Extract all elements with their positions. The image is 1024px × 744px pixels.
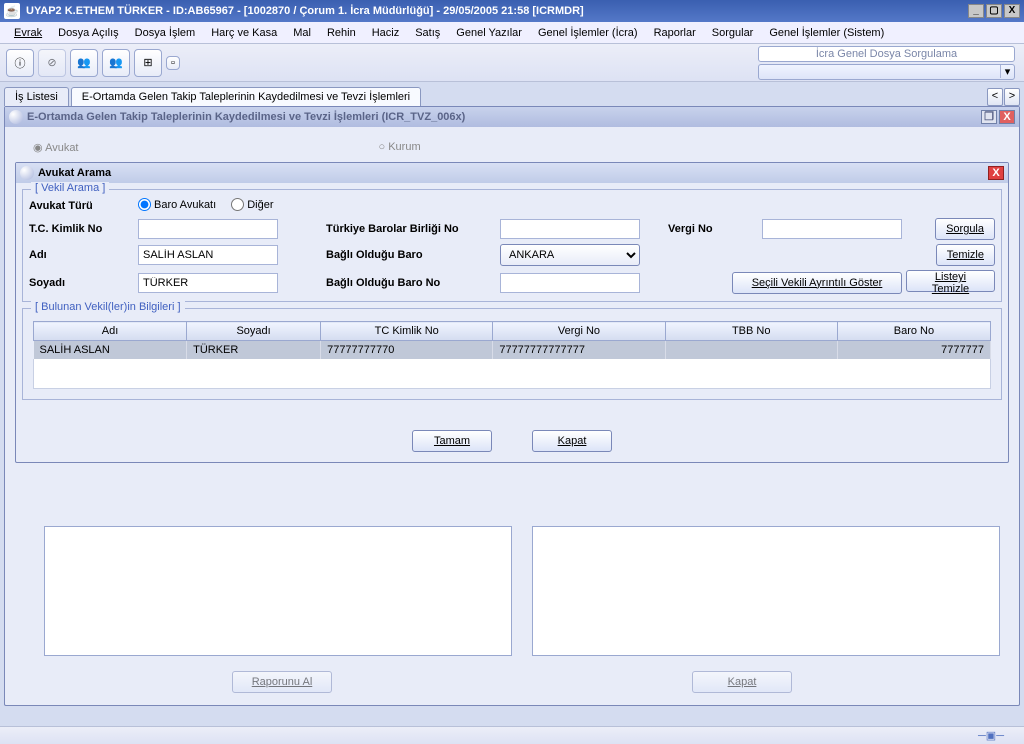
internal-window-header: E-Ortamda Gelen Takip Taleplerinin Kayde… xyxy=(5,107,1019,127)
col-soyadi[interactable]: Soyadı xyxy=(187,322,321,341)
tab-is-listesi[interactable]: İş Listesi xyxy=(4,87,69,106)
col-tbb[interactable]: TBB No xyxy=(665,322,837,341)
radio-avukat[interactable]: ◉ Avukat xyxy=(33,141,79,154)
input-tbb[interactable] xyxy=(500,219,640,239)
label-soyadi: Soyadı xyxy=(29,277,134,289)
lower-panel-left xyxy=(44,526,512,656)
input-adi[interactable] xyxy=(138,245,278,265)
sorgula-button[interactable]: Sorgula xyxy=(935,218,995,240)
internal-restore-button[interactable]: ❐ xyxy=(981,110,997,124)
toolbar-btn-users2[interactable]: 👥 xyxy=(102,49,130,77)
menu-sorgular[interactable]: Sorgular xyxy=(704,25,762,41)
tab-bar: İş Listesi E-Ortamda Gelen Takip Taleple… xyxy=(0,82,1024,106)
menu-satis[interactable]: Satış xyxy=(407,25,448,41)
table-row[interactable]: SALİH ASLAN TÜRKER 77777777770 777777777… xyxy=(34,341,991,360)
radio-baro-avukati[interactable]: Baro Avukatı xyxy=(138,198,216,211)
radio-diger[interactable]: Diğer xyxy=(231,198,273,211)
status-bar: ─▣─ xyxy=(0,726,1024,744)
kapat2-button[interactable]: Kapat xyxy=(692,671,792,693)
lower-panels xyxy=(44,526,1000,656)
menu-genel-yazilar[interactable]: Genel Yazılar xyxy=(448,25,530,41)
toolbar-search-combo[interactable]: ▾ xyxy=(758,64,1015,80)
kapat-button[interactable]: Kapat xyxy=(532,430,612,452)
menu-dosya-acilis[interactable]: Dosya Açılış xyxy=(50,25,127,41)
toolbar: ⓘ ⊘ 👥 👥 ⊞ ▫ İcra Genel Dosya Sorgulama ▾ xyxy=(0,44,1024,82)
input-vergi[interactable] xyxy=(762,219,902,239)
window-titlebar: ☕ UYAP2 K.ETHEM TÜRKER - ID:AB65967 - [1… xyxy=(0,0,1024,22)
input-soyadi[interactable] xyxy=(138,273,278,293)
menu-genel-islemler-sistem[interactable]: Genel İşlemler (Sistem) xyxy=(761,25,892,41)
select-bagli-baro[interactable]: ANKARA xyxy=(500,244,640,266)
internal-window-title: E-Ortamda Gelen Takip Taleplerinin Kayde… xyxy=(27,111,465,123)
menu-bar: Evrak Dosya Açılış Dosya İşlem Harç ve K… xyxy=(0,22,1024,44)
raporunu-al-button[interactable]: Raporunu Al xyxy=(232,671,332,693)
col-tc[interactable]: TC Kimlik No xyxy=(321,322,493,341)
dialog-close-button[interactable]: X xyxy=(988,166,1004,180)
maximize-button[interactable]: ▢ xyxy=(986,4,1002,18)
tab-next-button[interactable]: > xyxy=(1004,88,1020,106)
radio-kurum[interactable]: ○ Kurum xyxy=(379,141,421,154)
network-icon: ─▣─ xyxy=(978,729,1004,742)
menu-evrak[interactable]: Evrak xyxy=(6,25,50,41)
label-avukat-turu: Avukat Türü xyxy=(29,200,134,212)
toolbar-btn-small[interactable]: ▫ xyxy=(166,56,180,70)
menu-harc-kasa[interactable]: Harç ve Kasa xyxy=(203,25,285,41)
label-tc: T.C. Kimlik No xyxy=(29,223,134,235)
dialog-title: Avukat Arama xyxy=(38,167,111,179)
input-tc[interactable] xyxy=(138,219,278,239)
temizle-button[interactable]: Temizle xyxy=(936,244,995,266)
minimize-button[interactable]: _ xyxy=(968,4,984,18)
toolbar-btn-calc[interactable]: ⊞ xyxy=(134,49,162,77)
menu-rehin[interactable]: Rehin xyxy=(319,25,364,41)
bulunan-vekil-fieldset: [ Bulunan Vekil(ler)in Bilgileri ] Adı S… xyxy=(22,308,1002,400)
listeyi-temizle-button[interactable]: Listeyi Temizle xyxy=(906,270,995,292)
col-adi[interactable]: Adı xyxy=(34,322,187,341)
input-bagli-baro-no[interactable] xyxy=(500,273,640,293)
label-bagli-baro-no: Bağlı Olduğu Baro No xyxy=(326,277,496,289)
secili-goster-button[interactable]: Seçili Vekili Ayrıntılı Göster xyxy=(732,272,902,294)
toolbar-btn-cancel[interactable]: ⊘ xyxy=(38,49,66,77)
menu-mal[interactable]: Mal xyxy=(285,25,319,41)
menu-raporlar[interactable]: Raporlar xyxy=(646,25,704,41)
avukat-arama-dialog: Avukat Arama X [ Vekil Arama ] Avukat Tü… xyxy=(15,162,1009,463)
toolbar-btn-info[interactable]: ⓘ xyxy=(6,49,34,77)
col-baro[interactable]: Baro No xyxy=(837,322,990,341)
label-bagli-baro: Bağlı Olduğu Baro xyxy=(326,249,496,261)
tamam-button[interactable]: Tamam xyxy=(412,430,492,452)
vekil-arama-legend: [ Vekil Arama ] xyxy=(31,182,109,194)
menu-haciz[interactable]: Haciz xyxy=(364,25,408,41)
content-area: E-Ortamda Gelen Takip Taleplerinin Kayde… xyxy=(0,106,1024,744)
tab-eortam[interactable]: E-Ortamda Gelen Takip Taleplerinin Kayde… xyxy=(71,87,421,106)
bulunan-vekil-legend: [ Bulunan Vekil(ler)in Bilgileri ] xyxy=(31,301,185,313)
close-button[interactable]: X xyxy=(1004,4,1020,18)
label-adi: Adı xyxy=(29,249,134,261)
lower-panel-right xyxy=(532,526,1000,656)
vekil-arama-fieldset: [ Vekil Arama ] Avukat Türü Baro Avukatı… xyxy=(22,189,1002,302)
label-vergi: Vergi No xyxy=(668,223,758,235)
toolbar-search-label: İcra Genel Dosya Sorgulama xyxy=(758,46,1015,62)
menu-dosya-islem[interactable]: Dosya İşlem xyxy=(127,25,204,41)
tab-prev-button[interactable]: < xyxy=(987,88,1003,106)
toolbar-btn-users1[interactable]: 👥 xyxy=(70,49,98,77)
chevron-down-icon: ▾ xyxy=(1000,65,1014,78)
window-orb-icon xyxy=(9,110,23,124)
source-type-radios: ◉ Avukat ○ Kurum xyxy=(13,135,1011,160)
java-icon: ☕ xyxy=(4,3,20,19)
internal-close-button[interactable]: X xyxy=(999,110,1015,124)
dialog-orb-icon xyxy=(20,166,34,180)
menu-genel-islemler-icra[interactable]: Genel İşlemler (İcra) xyxy=(530,25,646,41)
col-vergi[interactable]: Vergi No xyxy=(493,322,665,341)
label-tbb: Türkiye Barolar Birliği No xyxy=(326,223,496,235)
results-table[interactable]: Adı Soyadı TC Kimlik No Vergi No TBB No … xyxy=(33,321,991,359)
window-title: UYAP2 K.ETHEM TÜRKER - ID:AB65967 - [100… xyxy=(26,5,584,17)
